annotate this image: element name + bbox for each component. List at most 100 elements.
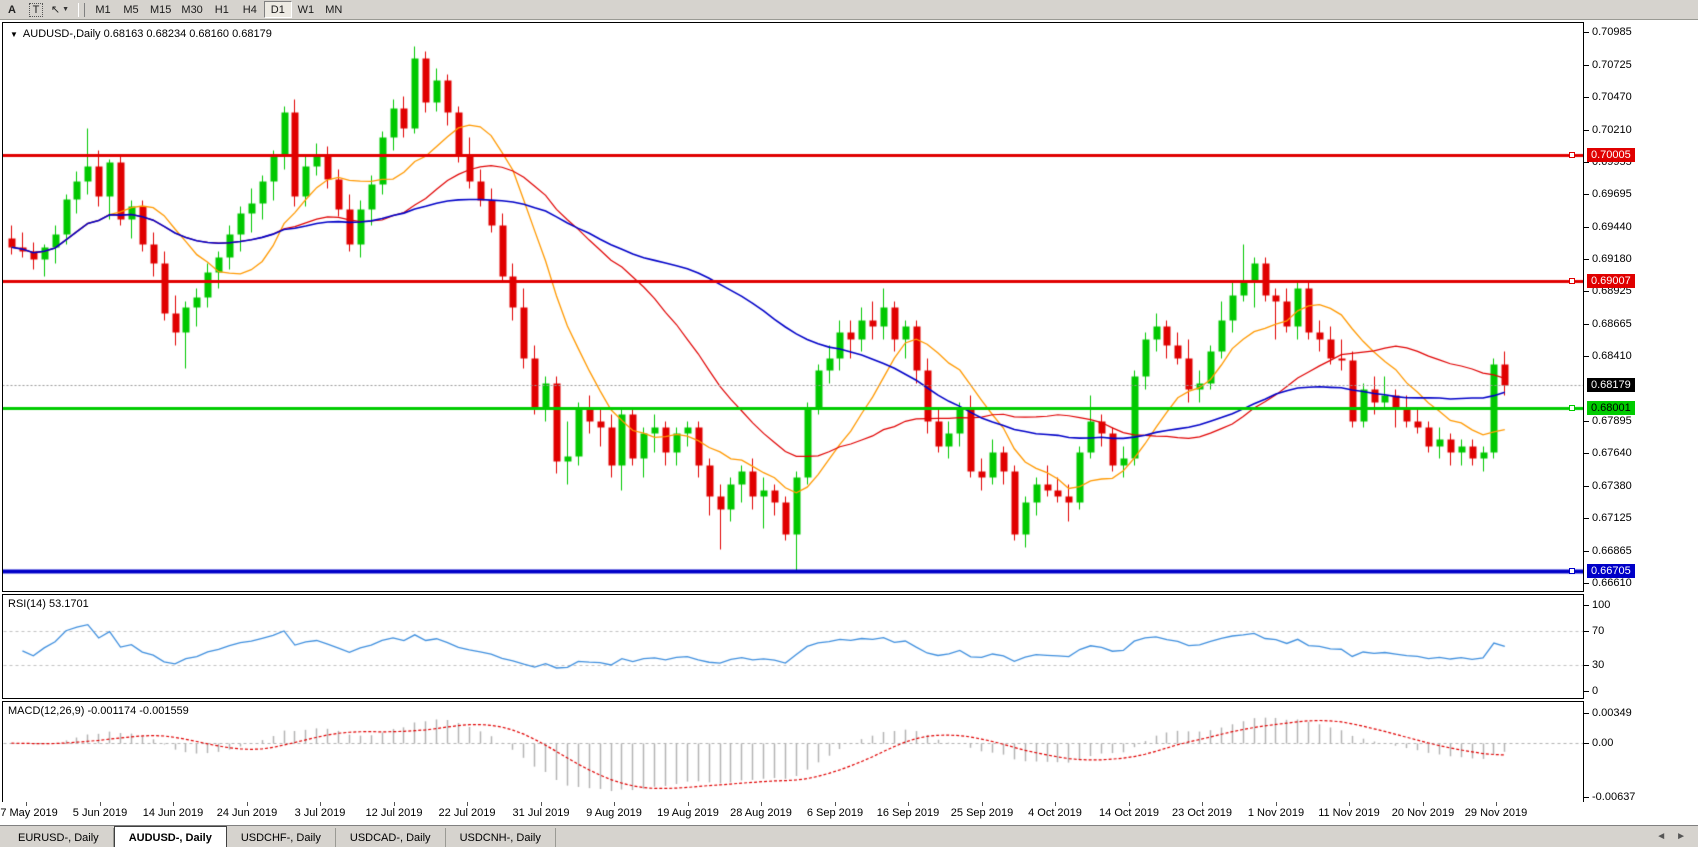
tab-audusd-daily[interactable]: AUDUSD-, Daily [114, 826, 227, 847]
price-tick-mark [1584, 259, 1589, 260]
rsi-tick-mark [1584, 691, 1589, 692]
chart-symbol-label: AUDUSD-,Daily [23, 28, 101, 40]
date-tick-mark [908, 802, 909, 806]
timeframe-h1-button[interactable]: H1 [208, 1, 236, 18]
price-tick-mark [1584, 291, 1589, 292]
timeframe-d1-button[interactable]: D1 [264, 1, 292, 18]
date-label: 14 Jun 2019 [143, 807, 204, 819]
date-tick-mark [1129, 802, 1130, 806]
arrow-objects-tool-button[interactable]: ↖ ▼ [49, 1, 71, 19]
timeframe-h4-button[interactable]: H4 [236, 1, 264, 18]
tab-eurusd-daily[interactable]: EURUSD-, Daily [4, 828, 114, 847]
macd-label: MACD(12,26,9) -0.001174 -0.001559 [8, 705, 189, 717]
date-axis: 27 May 20195 Jun 201914 Jun 201924 Jun 2… [2, 802, 1584, 824]
date-tick-mark [835, 802, 836, 806]
date-tick-mark [541, 802, 542, 806]
date-label: 25 Sep 2019 [951, 807, 1013, 819]
chart-dropdown-icon[interactable]: ▼ [10, 30, 18, 39]
rsi-label: RSI(14) 53.1701 [8, 598, 89, 610]
main-price-pane: ▼ AUDUSD-,Daily 0.68163 0.68234 0.68160 0… [2, 22, 1584, 592]
timeframe-m1-button[interactable]: M1 [89, 1, 117, 18]
text-label-tool-button[interactable]: T [25, 1, 47, 19]
price-tick-label: 0.66610 [1592, 577, 1632, 589]
price-tick-label: 0.70210 [1592, 124, 1632, 136]
text-tool-icon: T [29, 3, 44, 17]
macd-indicator-pane: MACD(12,26,9) -0.001174 -0.001559 [2, 701, 1584, 804]
chart-tab-bar: EURUSD-, Daily AUDUSD-, Daily USDCHF-, D… [0, 825, 1698, 847]
date-label: 20 Nov 2019 [1392, 807, 1454, 819]
price-tick-mark [1584, 194, 1589, 195]
tab-scroll-right-button[interactable]: ► [1676, 831, 1686, 842]
tab-usdcnh-daily[interactable]: USDCNH-, Daily [446, 828, 556, 847]
font-tool-button[interactable]: A [1, 1, 23, 19]
macd-chart-canvas[interactable] [3, 702, 1583, 803]
macd-tick-label: 0.00 [1592, 737, 1613, 749]
toolbar-grip[interactable] [78, 3, 85, 17]
timeframe-m30-button[interactable]: M30 [176, 1, 207, 18]
rsi-tick-mark [1584, 631, 1589, 632]
date-tick-mark [394, 802, 395, 806]
price-line-badge: 0.69007 [1587, 274, 1635, 288]
current-price-badge: 0.68179 [1587, 378, 1635, 392]
chart-window: ▼ AUDUSD-,Daily 0.68163 0.68234 0.68160 0… [0, 20, 1698, 825]
date-tick-mark [1202, 802, 1203, 806]
date-label: 4 Oct 2019 [1028, 807, 1082, 819]
price-tick-label: 0.70470 [1592, 91, 1632, 103]
dropdown-caret-icon: ▼ [62, 6, 69, 13]
timeframe-m15-button[interactable]: M15 [145, 1, 176, 18]
date-label: 22 Jul 2019 [439, 807, 496, 819]
date-tick-mark [467, 802, 468, 806]
price-tick-mark [1584, 324, 1589, 325]
rsi-tick-label: 70 [1592, 625, 1604, 637]
price-tick-label: 0.70725 [1592, 59, 1632, 71]
price-tick-mark [1584, 518, 1589, 519]
price-line-badge: 0.68001 [1587, 401, 1635, 415]
date-tick-mark [982, 802, 983, 806]
tab-usdchf-daily[interactable]: USDCHF-, Daily [227, 828, 336, 847]
price-tick-mark [1584, 421, 1589, 422]
font-tool-icon: A [8, 4, 16, 16]
hline-drag-handle[interactable] [1569, 568, 1575, 574]
main-chart-canvas[interactable] [3, 23, 1583, 591]
tab-usdcad-daily[interactable]: USDCAD-, Daily [336, 828, 446, 847]
date-tick-mark [761, 802, 762, 806]
macd-tick-label: 0.00349 [1592, 707, 1632, 719]
hline-drag-handle[interactable] [1569, 278, 1575, 284]
date-label: 27 May 2019 [0, 807, 58, 819]
timeframe-mn-button[interactable]: MN [320, 1, 348, 18]
date-label: 5 Jun 2019 [73, 807, 127, 819]
macd-tick-mark [1584, 713, 1589, 714]
date-label: 16 Sep 2019 [877, 807, 939, 819]
hline-drag-handle[interactable] [1569, 405, 1575, 411]
price-tick-label: 0.67640 [1592, 447, 1632, 459]
macd-tick-label: -0.00637 [1592, 791, 1635, 803]
price-tick-label: 0.69440 [1592, 221, 1632, 233]
price-tick-label: 0.69180 [1592, 253, 1632, 265]
rsi-tick-mark [1584, 665, 1589, 666]
price-tick-mark [1584, 32, 1589, 33]
price-axis: 0.709850.707250.704700.702100.699550.696… [1584, 20, 1698, 825]
price-tick-mark [1584, 227, 1589, 228]
price-tick-mark [1584, 453, 1589, 454]
date-label: 31 Jul 2019 [513, 807, 570, 819]
date-tick-mark [1349, 802, 1350, 806]
timeframe-m5-button[interactable]: M5 [117, 1, 145, 18]
rsi-indicator-pane: RSI(14) 53.1701 [2, 594, 1584, 699]
timeframe-w1-button[interactable]: W1 [292, 1, 320, 18]
date-label: 23 Oct 2019 [1172, 807, 1232, 819]
hline-drag-handle[interactable] [1569, 152, 1575, 158]
price-tick-mark [1584, 356, 1589, 357]
date-label: 29 Nov 2019 [1465, 807, 1527, 819]
chart-ohlc-values: 0.68163 0.68234 0.68160 0.68179 [104, 28, 272, 40]
price-tick-mark [1584, 162, 1589, 163]
date-tick-mark [247, 802, 248, 806]
tab-scroll-left-button[interactable]: ◄ [1656, 831, 1666, 842]
price-tick-mark [1584, 583, 1589, 584]
rsi-tick-mark [1584, 605, 1589, 606]
date-tick-mark [688, 802, 689, 806]
price-tick-label: 0.68665 [1592, 318, 1632, 330]
rsi-chart-canvas[interactable] [3, 595, 1583, 698]
date-tick-mark [100, 802, 101, 806]
rsi-tick-label: 0 [1592, 685, 1598, 697]
date-label: 19 Aug 2019 [657, 807, 719, 819]
